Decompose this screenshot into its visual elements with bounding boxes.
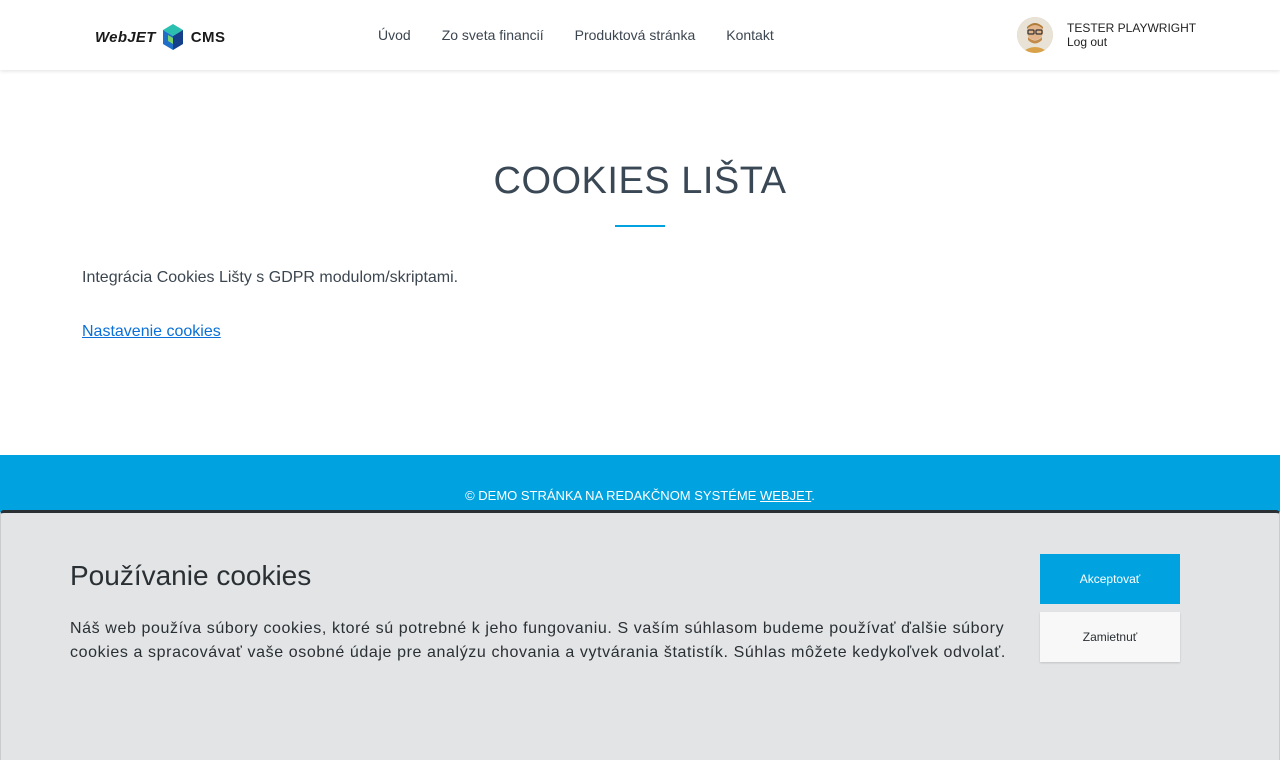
reject-cookies-button[interactable]: Zamietnuť [1040, 612, 1180, 662]
cookie-settings-link[interactable]: Nastavenie cookies [82, 323, 221, 341]
cube-logo-icon [162, 24, 183, 50]
accept-cookies-button[interactable]: Akceptovať [1040, 554, 1180, 604]
nav-item-uvod[interactable]: Úvod [378, 26, 411, 44]
cookie-bar-title: Používanie cookies [70, 560, 312, 591]
nav-item-produktova-stranka[interactable]: Produktová stránka [575, 26, 696, 44]
page-title: COOKIES LIŠTA [493, 160, 787, 202]
logo-text-cms: CMS [190, 28, 226, 46]
cookie-bar-text: Náš web používa súbory cookies, ktoré sú… [70, 620, 1006, 661]
title-divider [615, 225, 665, 227]
cookie-consent-bar: Používanie cookies Náš web používa súbor… [0, 510, 1280, 760]
footer-copyright: © DEMO STRÁNKA NA REDAKČNOM SYSTÉME WEBJ… [0, 488, 1280, 503]
logo-text-webjet: WebJET [95, 28, 156, 46]
user-name: TESTER PLAYWRIGHT [1067, 21, 1197, 35]
user-menu: TESTER PLAYWRIGHT Log out [1017, 17, 1196, 53]
footer-webjet-link[interactable]: WEBJET [760, 488, 811, 503]
footer-text-suffix: . [811, 488, 815, 503]
footer-text-prefix: © DEMO STRÁNKA NA REDAKČNOM SYSTÉME [465, 488, 760, 503]
main-nav: Úvod Zo sveta financií Produktová stránk… [378, 26, 805, 44]
nav-item-zo-sveta-financii[interactable]: Zo sveta financií [442, 26, 544, 44]
nav-item-kontakt[interactable]: Kontakt [726, 26, 773, 44]
avatar[interactable] [1017, 17, 1053, 53]
logout-link[interactable]: Log out [1067, 35, 1196, 49]
site-logo[interactable]: WebJET CMS [95, 22, 226, 52]
intro-text: Integrácia Cookies Lišty s GDPR modulom/… [82, 269, 459, 286]
site-header: WebJET CMS Úvod Zo sveta financií Produk… [0, 0, 1280, 70]
user-info: TESTER PLAYWRIGHT Log out [1067, 21, 1196, 49]
user-avatar-icon [1017, 17, 1053, 53]
